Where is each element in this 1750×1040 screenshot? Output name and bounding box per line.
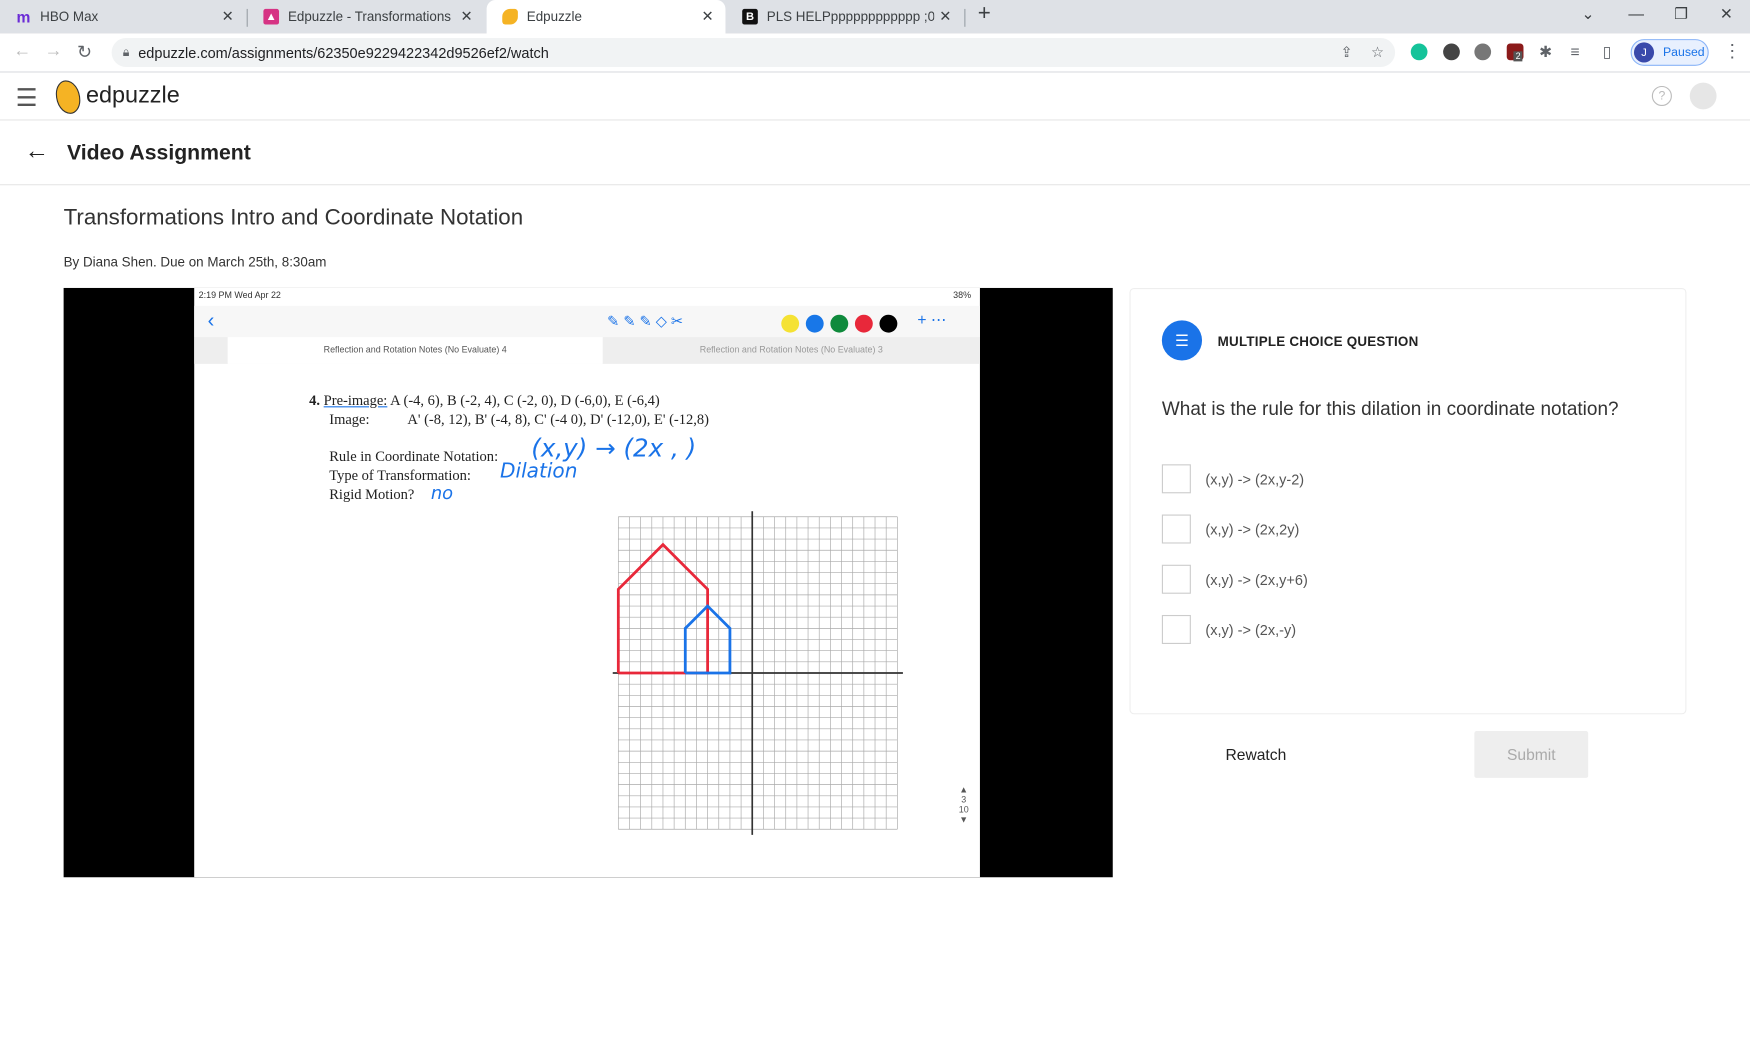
- extension-icon[interactable]: [1474, 43, 1492, 61]
- pen-color-swatch: [805, 314, 824, 333]
- back-icon[interactable]: ←: [13, 41, 31, 61]
- edpuzzle-icon: [502, 8, 518, 25]
- close-window-button[interactable]: ✕: [1720, 4, 1733, 23]
- pen-color-swatches: [781, 314, 898, 333]
- question-type-label: MULTIPLE CHOICE QUESTION: [1217, 333, 1419, 350]
- question-text: What is the rule for this dilation in co…: [1161, 398, 1619, 420]
- coordinate-grid: [612, 511, 903, 835]
- forward-icon[interactable]: →: [45, 41, 63, 61]
- new-tab-button[interactable]: +: [978, 1, 991, 27]
- checkbox[interactable]: [1161, 464, 1191, 494]
- profile-button[interactable]: J Paused: [1630, 39, 1709, 66]
- close-tab-icon[interactable]: ✕: [217, 8, 239, 26]
- option-2[interactable]: (x,y) -> (2x,2y): [1161, 514, 1299, 544]
- tab-hbo-max[interactable]: m HBO Max ✕: [0, 0, 246, 33]
- kebab-menu-icon[interactable]: ⋮: [1723, 40, 1741, 62]
- close-tab-icon[interactable]: ✕: [455, 8, 477, 26]
- submit-button[interactable]: Submit: [1474, 731, 1589, 778]
- side-panel-icon[interactable]: ▯: [1603, 42, 1612, 61]
- hbo-max-icon: m: [16, 7, 31, 26]
- bookmark-star-icon[interactable]: ☆: [1371, 44, 1384, 62]
- tab-edpuzzle-transformations[interactable]: ▲ Edpuzzle - Transformations Intro ✕: [248, 0, 485, 33]
- pen-color-swatch: [854, 314, 873, 333]
- extensions-puzzle-icon[interactable]: ✱: [1539, 42, 1552, 61]
- back-arrow-icon[interactable]: ←: [25, 136, 50, 165]
- close-tab-icon[interactable]: ✕: [696, 8, 718, 26]
- option-4[interactable]: (x,y) -> (2x,-y): [1161, 614, 1296, 644]
- user-avatar-icon[interactable]: [1689, 82, 1717, 110]
- page-subheader: ← Video Assignment: [0, 121, 1750, 186]
- ublock-extension-icon[interactable]: 2: [1506, 43, 1524, 62]
- notes-app-toolbar: ‹ ✎ ✎ ✎ ◇ ✂ + ⋯: [194, 305, 980, 338]
- restore-button[interactable]: ❐: [1674, 4, 1688, 23]
- pen-color-swatch: [830, 314, 849, 333]
- close-tab-icon[interactable]: ✕: [934, 8, 956, 26]
- option-1[interactable]: (x,y) -> (2x,y-2): [1161, 464, 1304, 494]
- checkbox[interactable]: [1161, 564, 1191, 594]
- lock-icon: 🔒︎: [122, 45, 130, 59]
- page-title: Video Assignment: [66, 141, 251, 166]
- brainly-icon: B: [742, 8, 758, 25]
- checklist-icon: ☰: [1161, 320, 1203, 361]
- pen-color-swatch: [781, 314, 800, 333]
- option-3[interactable]: (x,y) -> (2x,y+6): [1161, 564, 1308, 594]
- edpuzzle-logo-icon: [55, 80, 81, 114]
- add-icon: + ⋯: [917, 310, 947, 329]
- back-chevron-icon: ‹: [207, 309, 215, 332]
- browser-tab-bar: m HBO Max ✕ ▲ Edpuzzle - Transformations…: [0, 0, 1750, 34]
- checkbox[interactable]: [1161, 514, 1191, 544]
- edpuzzle-assignment-icon: ▲: [263, 8, 280, 25]
- doc-tabs: Reflection and Rotation Notes (No Evalua…: [194, 337, 980, 364]
- share-icon[interactable]: ⇪: [1341, 44, 1353, 62]
- reload-icon[interactable]: ↻: [77, 41, 92, 63]
- grammarly-extension-icon[interactable]: [1410, 43, 1428, 61]
- media-control-icon[interactable]: ≡: [1570, 42, 1579, 60]
- page-indicator: ▲ 3 10 ▼: [958, 784, 969, 825]
- search-extension-icon[interactable]: [1443, 43, 1460, 61]
- logo-text[interactable]: edpuzzle: [86, 83, 180, 110]
- help-icon[interactable]: ?: [1651, 85, 1672, 107]
- rewatch-button[interactable]: Rewatch: [1225, 746, 1286, 764]
- minimize-button[interactable]: —: [1628, 4, 1644, 22]
- assignment-title: Transformations Intro and Coordinate Not…: [63, 205, 524, 230]
- video-frame: 2:19 PM Wed Apr 22 38% ‹ ✎ ✎ ✎ ◇ ✂ + ⋯ R…: [194, 287, 980, 878]
- hamburger-menu-icon[interactable]: ☰: [16, 84, 38, 113]
- avatar: J: [1633, 42, 1655, 63]
- video-player[interactable]: 2:19 PM Wed Apr 22 38% ‹ ✎ ✎ ✎ ◇ ✂ + ⋯ R…: [63, 287, 1113, 878]
- address-bar[interactable]: 🔒︎ edpuzzle.com/assignments/62350e922942…: [111, 37, 1396, 67]
- question-card: ☰ MULTIPLE CHOICE QUESTION What is the r…: [1129, 287, 1687, 715]
- pen-color-swatch: [879, 314, 898, 333]
- tab-brainly[interactable]: B PLS HELPpppppppppppp ;0 - Brainly ✕: [727, 0, 964, 33]
- tab-search-icon[interactable]: ⌄: [1582, 4, 1595, 23]
- browser-toolbar: ← → ↻ 🔒︎ edpuzzle.com/assignments/62350e…: [0, 33, 1750, 73]
- edpuzzle-header: ☰ edpuzzle ?: [0, 73, 1750, 121]
- checkbox[interactable]: [1161, 614, 1191, 644]
- pen-tools-icon: ✎ ✎ ✎ ◇ ✂: [607, 312, 684, 330]
- tab-edpuzzle[interactable]: Edpuzzle ✕: [486, 0, 726, 34]
- assignment-byline: By Diana Shen. Due on March 25th, 8:30am: [63, 254, 327, 271]
